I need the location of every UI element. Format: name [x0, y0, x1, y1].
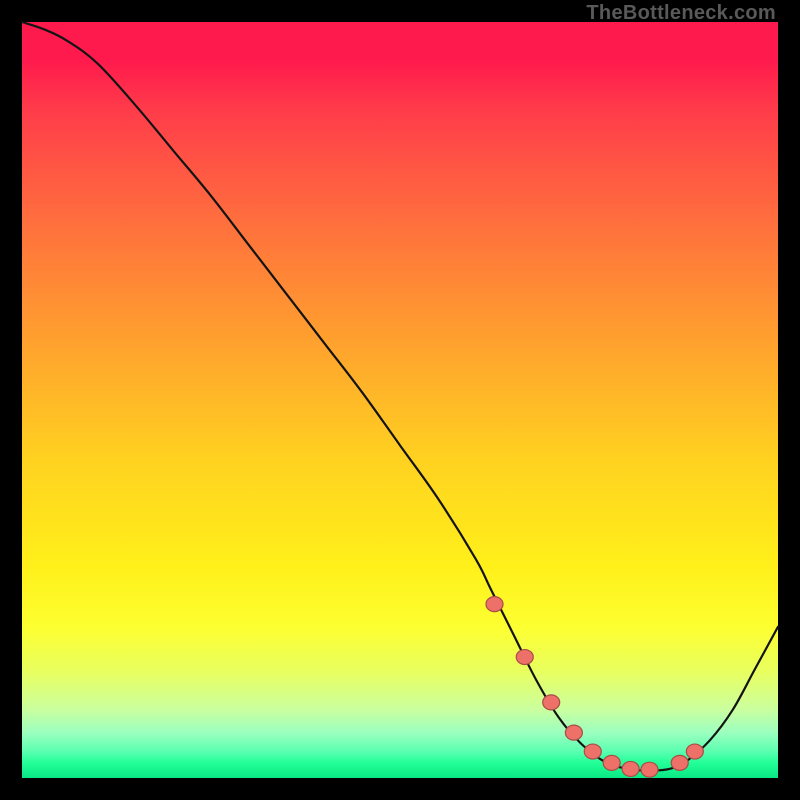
- data-marker: [686, 744, 703, 759]
- main-curve: [22, 22, 778, 771]
- data-marker: [622, 761, 639, 776]
- plot-area: [22, 22, 778, 778]
- data-marker: [603, 755, 620, 770]
- data-marker: [516, 650, 533, 665]
- data-marker: [543, 695, 560, 710]
- chart-frame: TheBottleneck.com: [0, 0, 800, 800]
- data-marker: [671, 755, 688, 770]
- data-marker: [486, 597, 503, 612]
- marker-group: [486, 597, 703, 778]
- data-marker: [641, 762, 658, 777]
- chart-svg: [22, 22, 778, 778]
- data-marker: [584, 744, 601, 759]
- data-marker: [565, 725, 582, 740]
